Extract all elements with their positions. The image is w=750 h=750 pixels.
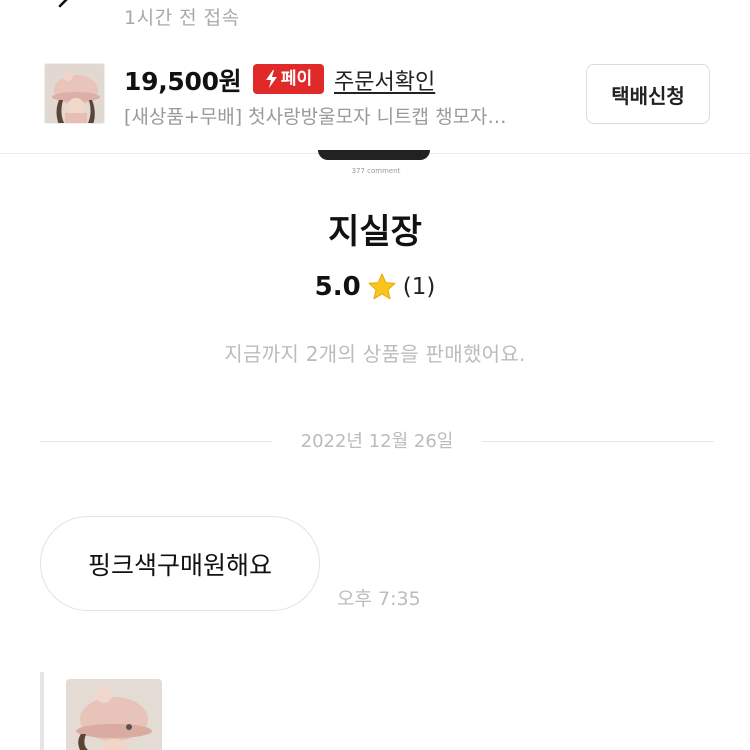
pay-badge-label: 페이 — [280, 69, 313, 89]
rating-score: 5.0 — [314, 272, 361, 302]
delivery-request-button[interactable]: 택배신청 — [586, 64, 710, 124]
seller-rating[interactable]: 5.0 (1) — [0, 272, 750, 302]
back-arrow-icon[interactable] — [52, 0, 82, 20]
knit-hat-photo-icon — [45, 64, 104, 123]
product-price: 19,500원 — [124, 67, 242, 96]
profile-image-caption: 377 comment — [351, 167, 401, 175]
order-confirm-link[interactable]: 주문서확인 — [334, 64, 435, 96]
seller-profile-image[interactable] — [318, 150, 430, 160]
shared-product-accent-bar — [40, 672, 44, 750]
sales-summary: 지금까지 2개의 상품을 판매했어요. — [224, 342, 526, 366]
product-thumbnail[interactable] — [44, 63, 105, 124]
divider-line-right — [482, 441, 714, 442]
chat-header: 1시간 전 접속 — [0, 0, 750, 40]
seller-name[interactable]: 지실장 — [0, 204, 750, 253]
lightning-bolt-icon — [265, 70, 277, 88]
product-title: [새상품+무배] 첫사랑방울모자 니트캡 챙모자… — [124, 106, 507, 128]
message-text: 핑크색구매원해요 — [87, 550, 272, 580]
shared-product-image[interactable] — [66, 679, 162, 750]
last-seen-status: 1시간 전 접속 — [124, 7, 240, 29]
knit-hat-photo-icon — [66, 679, 162, 750]
message-time: 오후 7:35 — [337, 588, 421, 610]
chat-screen: 1시간 전 접속 19,500원 페이 주문서확인 [새상품+무배] 첫사랑방울… — [0, 0, 750, 750]
product-info-bar[interactable]: 19,500원 페이 주문서확인 [새상품+무배] 첫사랑방울모자 니트캡 챙모… — [0, 52, 750, 154]
divider-line-left — [40, 441, 272, 442]
date-divider: 2022년 12월 26일 — [40, 428, 714, 456]
message-bubble[interactable]: 핑크색구매원해요 — [40, 516, 320, 611]
pay-badge: 페이 — [253, 64, 324, 94]
star-icon — [368, 273, 396, 300]
chat-date: 2022년 12월 26일 — [300, 431, 454, 452]
review-count: (1) — [402, 274, 436, 300]
